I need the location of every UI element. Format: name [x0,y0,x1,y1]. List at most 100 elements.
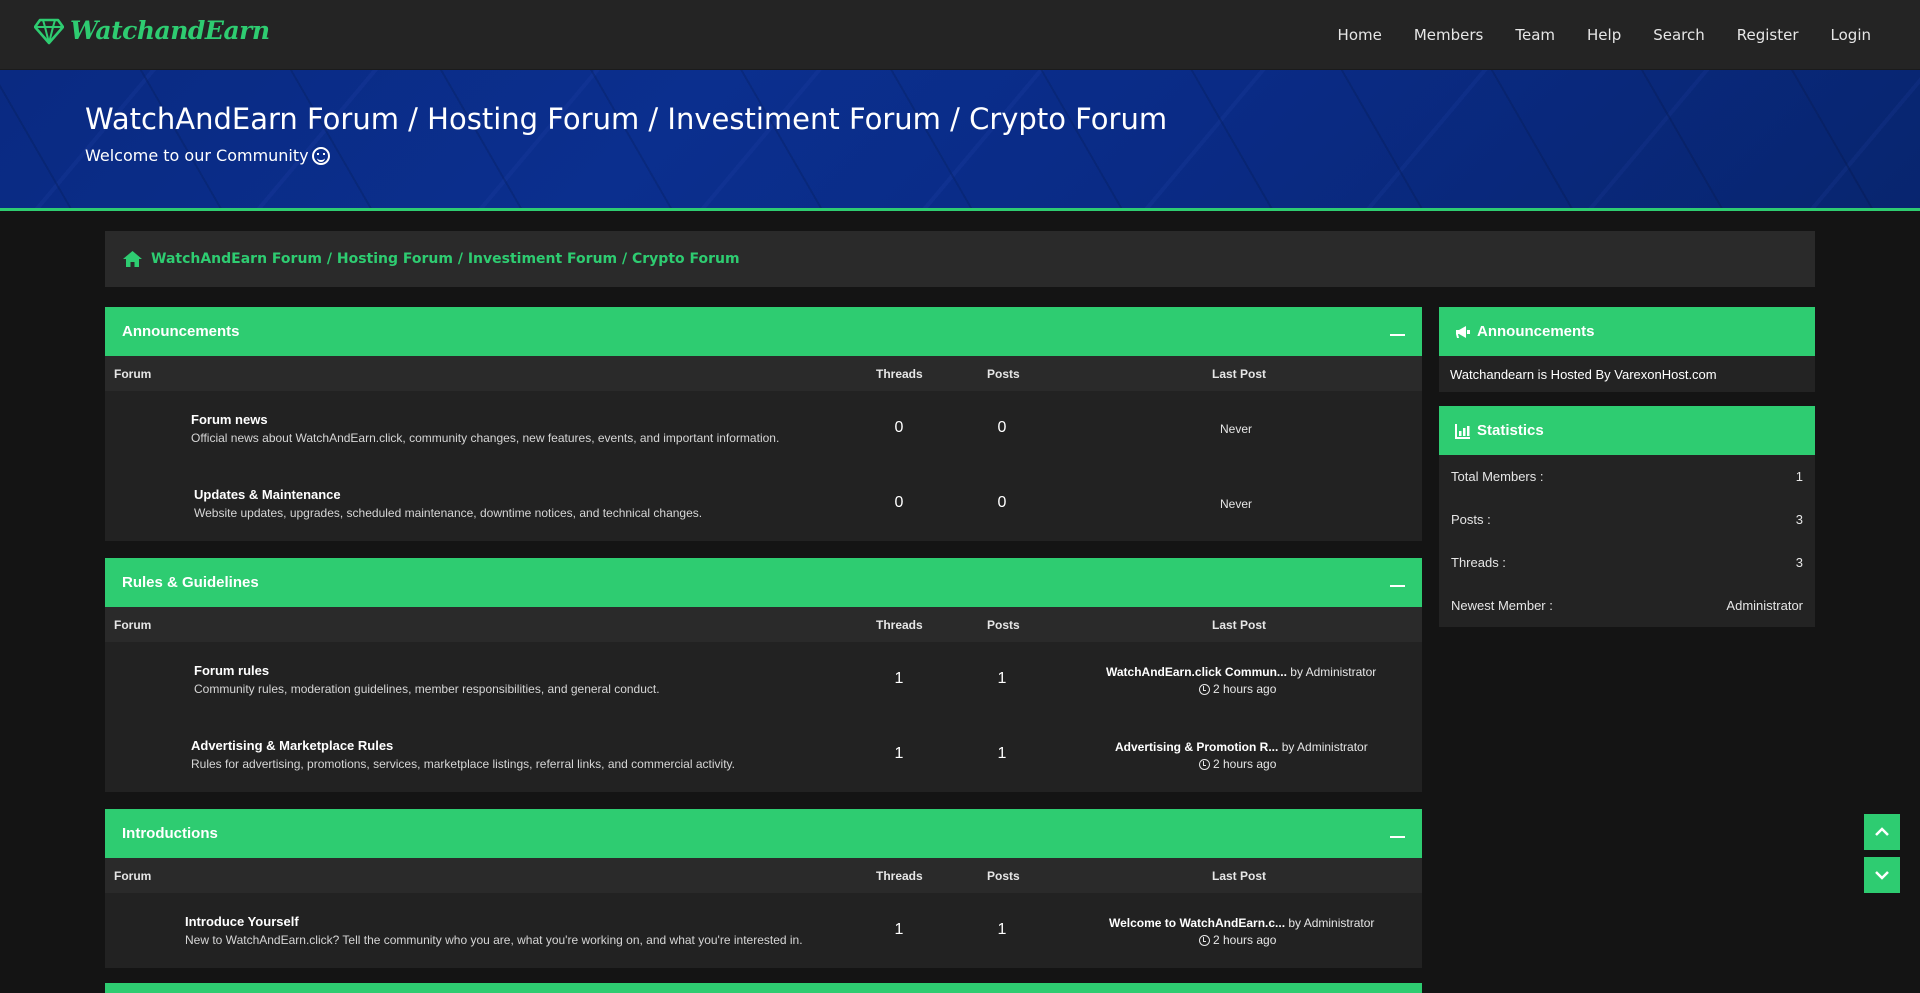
top-navbar: WatchandEarn Home Members Team Help Sear… [0,0,1920,70]
thread-count: 1 [894,670,904,687]
chevron-up-icon [1875,827,1889,836]
category-introductions: Introductions Forum Threads Posts Last P… [105,809,1422,968]
sidebar-title: Statistics [1477,422,1544,439]
last-post-info: Welcome to WatchAndEarn.c... by Administ… [1109,916,1374,930]
statistics-list: Total Members : 1 Posts : 3 Threads : 3 … [1439,455,1815,627]
last-post-author[interactable]: by Administrator [1282,740,1368,754]
stat-newest-member: Newest Member : Administrator [1439,584,1815,627]
nav-home[interactable]: Home [1338,26,1382,44]
column-headers: Forum Threads Posts Last Post [105,607,1422,642]
announcement-text: Watchandearn is Hosted By VarexonHost.co… [1450,366,1717,382]
sidebar-body: Watchandearn is Hosted By VarexonHost.co… [1439,356,1815,392]
last-post-info: Advertising & Promotion R... by Administ… [1115,740,1368,754]
forum-row: Updates & Maintenance Website updates, u… [105,466,1422,541]
thread-count: 1 [894,921,904,938]
category-rules: Rules & Guidelines Forum Threads Posts L… [105,558,1422,792]
collapse-icon[interactable] [1390,333,1405,336]
forum-row: Introduce Yourself New to WatchAndEarn.c… [105,893,1422,968]
smiley-icon [311,146,330,165]
forum-name-link[interactable]: Updates & Maintenance [194,487,341,502]
logo-text: WatchandEarn [70,16,270,45]
sidebar-title: Announcements [1477,323,1595,340]
forum-name-link[interactable]: Forum rules [194,663,269,678]
last-post-never: Never [1220,497,1253,511]
last-post-time-text: 2 hours ago [1213,933,1277,947]
stat-value[interactable]: Administrator [1726,598,1803,613]
hero-background-pattern [0,70,1920,208]
forum-row: Forum rules Community rules, moderation … [105,642,1422,717]
stat-value: 3 [1795,555,1803,570]
stat-label: Total Members : [1451,469,1544,484]
hero-subtitle: Welcome to our Community [85,146,330,165]
forum-row: Forum news Official news about WatchAndE… [105,391,1422,466]
nav-team[interactable]: Team [1515,26,1555,44]
forum-description: Community rules, moderation guidelines, … [194,682,660,696]
last-post-title-link[interactable]: WatchAndEarn.click Commun... [1106,665,1287,679]
chart-icon [1455,423,1470,439]
col-posts: Posts [987,618,1020,632]
forum-name-link[interactable]: Forum news [191,412,268,427]
collapse-icon[interactable] [1390,835,1405,838]
forum-description: Rules for advertising, promotions, servi… [191,757,735,771]
col-posts: Posts [987,869,1020,883]
column-headers: Forum Threads Posts Last Post [105,356,1422,391]
col-threads: Threads [876,869,923,883]
last-post-time-text: 2 hours ago [1213,757,1277,771]
forum-name-link[interactable]: Introduce Yourself [185,914,299,929]
scroll-up-button[interactable] [1864,814,1900,850]
col-threads: Threads [876,618,923,632]
column-headers: Forum Threads Posts Last Post [105,858,1422,893]
col-threads: Threads [876,367,923,381]
col-forum: Forum [114,618,152,632]
last-post-time-text: 2 hours ago [1213,682,1277,696]
last-post-author[interactable]: by Administrator [1288,916,1374,930]
sidebar-header: Statistics [1439,406,1815,455]
stat-posts: Posts : 3 [1439,498,1815,541]
forum-name-link[interactable]: Advertising & Marketplace Rules [191,738,393,753]
collapse-icon[interactable] [1390,584,1405,587]
next-category-header [105,983,1422,993]
post-count: 0 [997,419,1007,436]
site-logo[interactable]: WatchandEarn [34,16,270,45]
forum-row: Advertising & Marketplace Rules Rules fo… [105,717,1422,792]
nav-help[interactable]: Help [1587,26,1621,44]
breadcrumb-link[interactable]: WatchAndEarn Forum / Hosting Forum / Inv… [151,251,740,267]
main-nav: Home Members Team Help Search Register L… [1306,0,1871,70]
category-header: Introductions [105,809,1422,858]
scroll-down-button[interactable] [1864,857,1900,893]
hero-banner: WatchAndEarn Forum / Hosting Forum / Inv… [0,70,1920,211]
forum-description: New to WatchAndEarn.click? Tell the comm… [185,933,803,947]
last-post-author[interactable]: by Administrator [1290,665,1376,679]
clock-icon [1199,683,1210,695]
post-count: 1 [997,921,1007,938]
col-forum: Forum [114,367,152,381]
nav-login[interactable]: Login [1831,26,1871,44]
last-post-info: WatchAndEarn.click Commun... by Administ… [1106,665,1376,679]
post-count: 0 [997,494,1007,511]
category-title: Introductions [122,825,218,842]
last-post-time: 2 hours ago [1199,757,1276,771]
nav-search[interactable]: Search [1653,26,1705,44]
stat-value: 1 [1795,469,1803,484]
stat-label: Newest Member : [1451,598,1553,613]
last-post-time: 2 hours ago [1199,682,1276,696]
nav-register[interactable]: Register [1737,26,1799,44]
thread-count: 1 [894,745,904,762]
col-posts: Posts [987,367,1020,381]
post-count: 1 [997,745,1007,762]
last-post-never: Never [1220,422,1253,436]
category-title: Rules & Guidelines [122,574,259,591]
megaphone-icon [1456,325,1470,338]
stat-label: Posts : [1451,512,1491,527]
col-last-post: Last Post [1212,618,1267,632]
category-header: Rules & Guidelines [105,558,1422,607]
last-post-title-link[interactable]: Advertising & Promotion R... [1115,740,1278,754]
forum-description: Website updates, upgrades, scheduled mai… [194,506,703,520]
nav-members[interactable]: Members [1414,26,1484,44]
col-last-post: Last Post [1212,367,1267,381]
category-title: Announcements [122,323,240,340]
hero-title: WatchAndEarn Forum / Hosting Forum / Inv… [85,102,1168,136]
last-post-title-link[interactable]: Welcome to WatchAndEarn.c... [1109,916,1285,930]
col-last-post: Last Post [1212,869,1267,883]
sidebar-announcements: Announcements Watchandearn is Hosted By … [1439,307,1815,392]
